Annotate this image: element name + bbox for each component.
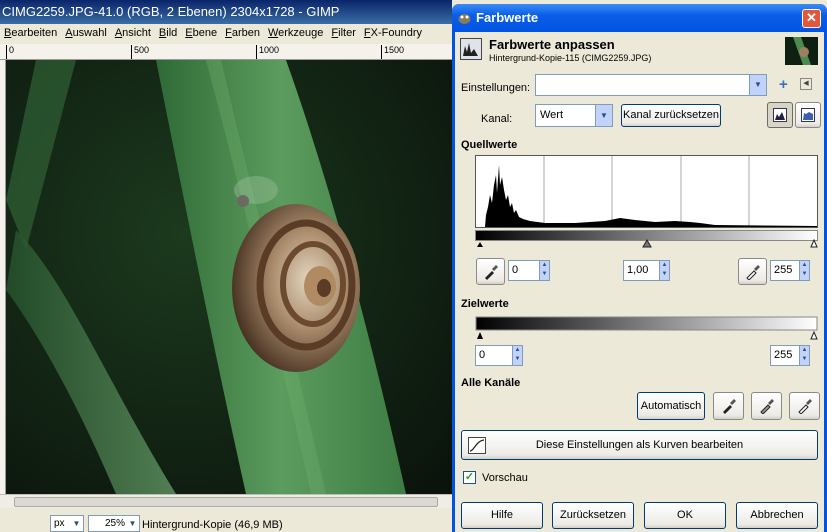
- chevron-down-icon[interactable]: ▼: [749, 75, 766, 95]
- linear-histogram-button[interactable]: [767, 102, 793, 128]
- image-canvas[interactable]: [6, 60, 452, 494]
- gamma-spinner[interactable]: 1,00 ▲ ▼: [623, 260, 670, 281]
- curves-icon: [468, 437, 486, 454]
- pick-black-all-button[interactable]: [713, 392, 744, 420]
- menu-filter[interactable]: Filter: [327, 24, 359, 39]
- levels-icon: [460, 38, 482, 60]
- log-histogram-button[interactable]: [795, 102, 821, 128]
- input-high-spinner[interactable]: 255 ▲ ▼: [770, 260, 810, 281]
- linear-histogram-icon: [773, 108, 787, 122]
- menu-arrow-icon[interactable]: ◀: [800, 78, 812, 90]
- gimp-menubar: Bearbeiten Auswahl Ansicht Bild Ebene Farben W…: [0, 24, 452, 44]
- horizontal-ruler[interactable]: 0 500 1000 1500: [0, 44, 452, 60]
- layer-info: Hintergrund-Kopie (46,9 MB): [142, 519, 283, 531]
- spin-arrows-icon[interactable]: ▲ ▼: [799, 345, 810, 366]
- levels-dialog: Farbwerte ✕ Farbwerte anpassen Hintergru…: [452, 4, 827, 532]
- gimp-icon: [458, 14, 471, 24]
- menu-ansicht[interactable]: Ansicht: [111, 24, 155, 39]
- gimp-window-title: CIMG2259.JPG-41.0 (RGB, 2 Ebenen) 2304x1…: [0, 0, 452, 24]
- menu-werkzeuge[interactable]: Werkzeuge: [264, 24, 327, 39]
- edit-as-curves-label: Diese Einstellungen als Kurven bearbeite…: [535, 439, 744, 451]
- menu-auswahl[interactable]: Auswahl: [61, 24, 111, 39]
- screen: CIMG2259.JPG-41.0 (RGB, 2 Ebenen) 2304x1…: [0, 0, 827, 532]
- pick-white-all-button[interactable]: [789, 392, 820, 420]
- horizontal-scrollbar[interactable]: [0, 494, 452, 508]
- spin-arrows-icon[interactable]: ▲ ▼: [512, 345, 523, 366]
- ruler-label: 0: [6, 45, 14, 59]
- zoom-value: 25%: [104, 518, 125, 529]
- cancel-button[interactable]: Abbrechen: [736, 502, 818, 529]
- menu-bearbeiten[interactable]: Bearbeiten: [0, 24, 61, 39]
- pick-white-point-button[interactable]: [738, 258, 767, 285]
- menu-bild[interactable]: Bild: [155, 24, 181, 39]
- gamma-handle: [642, 238, 652, 248]
- picker-gray-icon: [760, 399, 774, 414]
- checkmark-icon: ✓: [464, 471, 475, 483]
- ruler-label: 500: [131, 45, 149, 59]
- chevron-down-icon: ▼: [128, 519, 137, 528]
- scrollbar-thumb[interactable]: [14, 497, 438, 507]
- dialog-body: Farbwerte anpassen Hintergrund-Kopie-115…: [455, 32, 824, 532]
- edit-as-curves-button[interactable]: Diese Einstellungen als Kurven bearbeite…: [461, 430, 818, 460]
- einstellungen-combo[interactable]: ▼: [535, 74, 767, 96]
- quellwerte-heading: Quellwerte: [461, 139, 518, 151]
- close-icon[interactable]: ✕: [802, 9, 821, 28]
- spin-arrows-icon[interactable]: ▲ ▼: [659, 260, 670, 281]
- output-low-value: 0: [479, 349, 486, 361]
- input-low-value: 0: [512, 264, 519, 276]
- layer-thumbnail: [785, 37, 818, 65]
- plus-icon[interactable]: +: [779, 76, 788, 93]
- black-point-handle: [477, 242, 483, 247]
- auto-button[interactable]: Automatisch: [637, 392, 705, 420]
- dialog-titlebar[interactable]: Farbwerte ✕: [452, 4, 827, 32]
- ruler-label: 1000: [256, 45, 279, 59]
- alle-kanaele-heading: Alle Kanäle: [461, 377, 521, 389]
- input-high-value: 255: [774, 264, 793, 276]
- output-high-spinner[interactable]: 255 ▲ ▼: [770, 345, 810, 366]
- chevron-down-icon: ▼: [72, 519, 81, 528]
- output-gradient: [475, 316, 818, 340]
- kanal-label: Kanal:: [481, 113, 513, 125]
- input-low-spinner[interactable]: 0 ▲ ▼: [508, 260, 550, 281]
- picker-white-icon: [746, 265, 760, 280]
- gamma-value: 1,00: [627, 264, 649, 276]
- menu-farben[interactable]: Farben: [221, 24, 264, 39]
- snail-photo: [6, 60, 452, 494]
- einstellungen-label: Einstellungen:: [461, 82, 531, 94]
- menu-fx-foundry[interactable]: FX-Foundry: [360, 24, 426, 39]
- kanal-value: Wert: [540, 109, 564, 121]
- unit-select[interactable]: px ▼: [50, 515, 84, 532]
- white-point-handle: [810, 238, 818, 248]
- chevron-down-icon[interactable]: ▼: [595, 105, 612, 126]
- zoom-select[interactable]: 25% ▼: [88, 515, 140, 532]
- kanal-reset-button[interactable]: Kanal zurücksetzen: [621, 104, 721, 127]
- preview-label[interactable]: Vorschau: [482, 472, 528, 484]
- unit-value: px: [54, 518, 65, 529]
- dialog-title: Farbwerte: [476, 10, 539, 25]
- pick-gray-all-button[interactable]: [751, 392, 782, 420]
- output-high-value: 255: [774, 349, 793, 361]
- dialog-header-subtitle: Hintergrund-Kopie-115 (CIMG2259.JPG): [489, 53, 652, 63]
- help-button[interactable]: Hilfe: [461, 502, 543, 529]
- kanal-combo[interactable]: Wert ▼: [535, 104, 613, 127]
- spin-arrows-icon[interactable]: ▲ ▼: [539, 260, 550, 281]
- picker-black-icon: [723, 399, 736, 414]
- log-histogram-icon: [801, 108, 815, 122]
- reset-button[interactable]: Zurücksetzen: [552, 502, 634, 529]
- output-low-handle: [477, 332, 483, 339]
- spin-arrows-icon[interactable]: ▲ ▼: [799, 260, 810, 281]
- dialog-header-title: Farbwerte anpassen: [489, 37, 615, 52]
- preview-checkbox[interactable]: ✓: [463, 471, 476, 484]
- zielwerte-heading: Zielwerte: [461, 298, 509, 310]
- status-bar: px ▼ 25% ▼ Hintergrund-Kopie (46,9 MB): [0, 508, 452, 532]
- picker-white-icon: [798, 399, 812, 414]
- output-low-spinner[interactable]: 0 ▲ ▼: [475, 345, 523, 366]
- pick-black-point-button[interactable]: [476, 258, 505, 285]
- picker-black-icon: [485, 265, 498, 280]
- output-high-handle: [810, 330, 818, 340]
- ok-button[interactable]: OK: [644, 502, 726, 529]
- histogram: [475, 155, 818, 248]
- menu-ebene[interactable]: Ebene: [181, 24, 221, 39]
- ruler-label: 1500: [381, 45, 404, 59]
